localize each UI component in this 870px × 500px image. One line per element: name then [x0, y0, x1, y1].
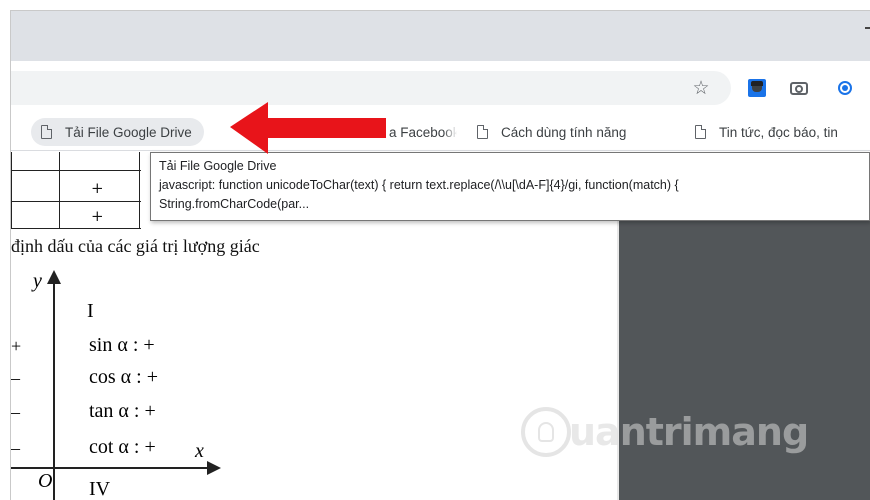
sign-label: +	[11, 336, 22, 356]
bookmark-tooltip: Tải File Google Drive javascript: functi…	[150, 152, 870, 221]
table-cell: +	[91, 179, 104, 197]
table-line	[11, 152, 12, 228]
origin-label: O	[38, 470, 53, 492]
section-heading: định dấu của các giá trị lượng giác	[11, 236, 260, 256]
tooltip-url: javascript: function unicodeToChar(text)…	[159, 178, 679, 192]
bookmark-label: Cách dùng tính năng	[501, 124, 627, 140]
x-axis-label: x	[195, 440, 204, 462]
bookmark-tai-file-google-drive[interactable]: Tải File Google Drive	[31, 118, 204, 146]
arrow-shape	[230, 102, 386, 154]
page-icon	[41, 124, 53, 139]
table-line	[139, 152, 140, 228]
table-line	[11, 201, 141, 202]
trig-row: cos α : +	[89, 366, 158, 388]
sign-label: –	[11, 402, 20, 422]
lightbulb-icon	[521, 407, 571, 457]
bookmark-facebook[interactable]: a Facebook	[389, 118, 457, 146]
trig-row: tan α : +	[89, 400, 156, 422]
page-icon	[695, 124, 707, 139]
tooltip-url-continued: String.fromCharCode(par...	[159, 197, 310, 211]
watermark-logo: uantrimang	[521, 407, 809, 457]
table-line	[11, 228, 141, 229]
extension-spy-icon[interactable]	[745, 77, 769, 99]
bookmark-label: Tin tức, đọc báo, tin	[719, 124, 838, 140]
table-cell: +	[91, 207, 104, 225]
page-icon	[477, 124, 489, 139]
quadrant-label: IV	[89, 478, 111, 500]
y-axis-label: y	[33, 270, 42, 292]
bookmark-label: Tải File Google Drive	[65, 124, 192, 140]
camera-icon[interactable]	[787, 77, 811, 99]
x-axis-arrow	[207, 461, 221, 475]
bookmark-star-icon[interactable]: ☆	[689, 77, 713, 99]
red-arrow-annotation	[230, 102, 386, 154]
bookmark-tin-tuc[interactable]: Tin tức, đọc báo, tin	[695, 118, 870, 146]
watermark-text: uantrimang	[569, 410, 809, 454]
sign-label: –	[11, 368, 20, 388]
trig-row: sin α : +	[89, 334, 155, 356]
bookmark-label: a Facebook	[389, 124, 457, 140]
trig-row: cot α : +	[89, 436, 156, 458]
bookmarks-bar: Tải File Google Drive a Facebook Cách dù…	[11, 113, 870, 151]
table-line	[11, 170, 141, 171]
browser-window: ☆ Tải File Google Drive a Facebook Cách …	[10, 10, 870, 500]
bookmark-cach-dung-tinh-nang[interactable]: Cách dùng tính năng	[477, 118, 661, 146]
x-axis	[11, 467, 211, 469]
quadrant-label: I	[87, 300, 94, 322]
table-line	[59, 152, 60, 228]
minimize-icon[interactable]	[865, 27, 870, 29]
browser-toolbar: ☆	[11, 61, 870, 113]
title-bar	[11, 11, 870, 61]
extension-record-icon[interactable]	[833, 77, 857, 99]
sign-label: –	[11, 438, 20, 458]
